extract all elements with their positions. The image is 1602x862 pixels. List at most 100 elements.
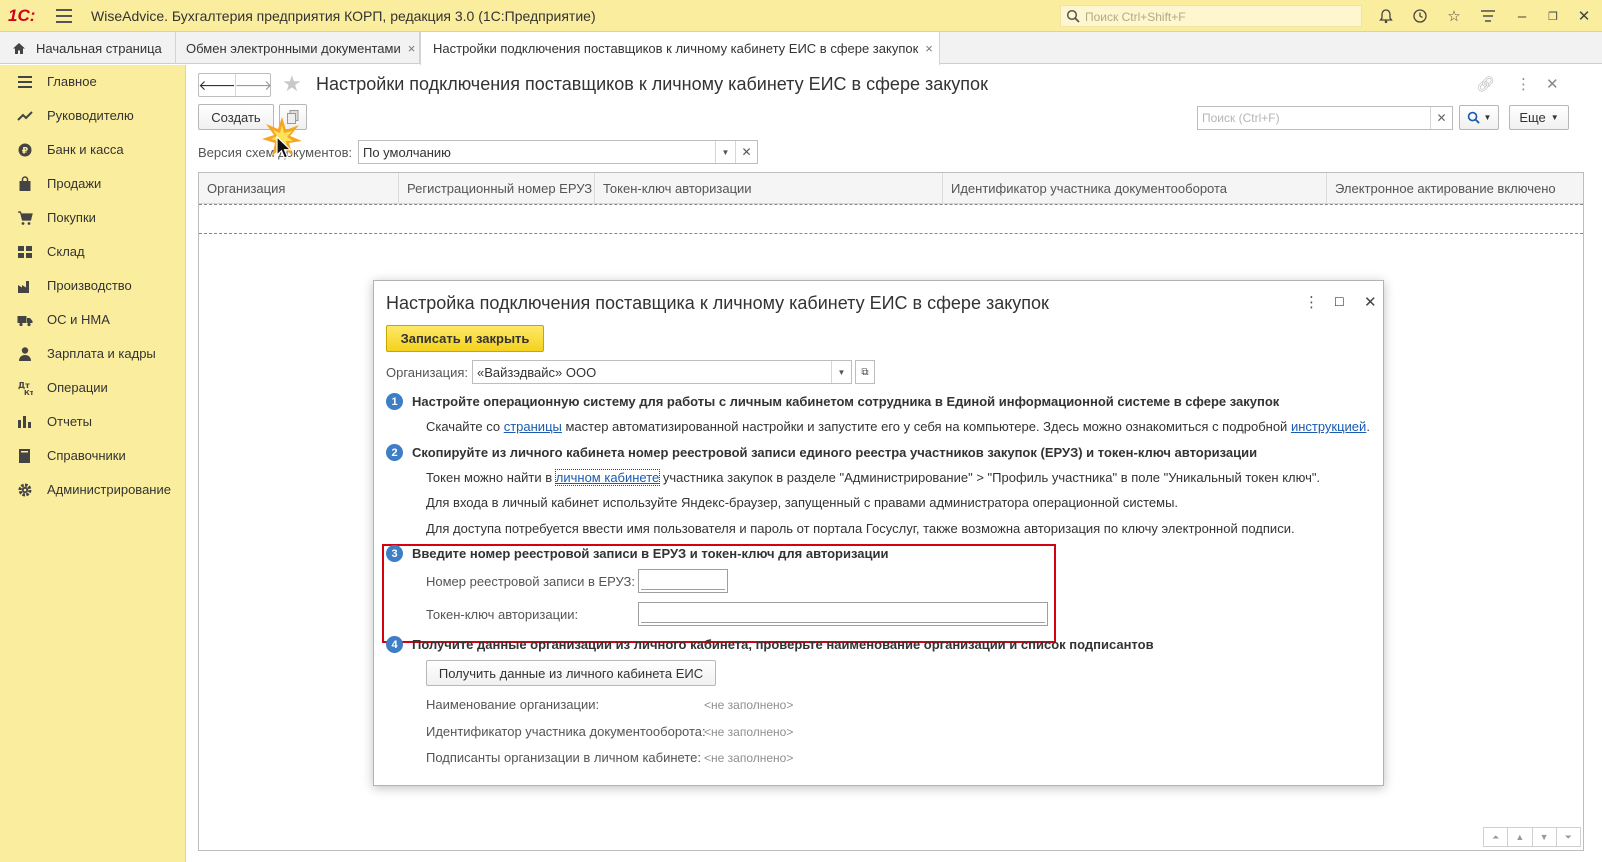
title-bar: 1С: WiseAdvice. Бухгалтерия предприятия … [0, 0, 1602, 32]
more-vertical-icon[interactable]: ⋮ [1516, 75, 1531, 93]
scroll-up-icon[interactable]: ▲ [1508, 828, 1533, 846]
close-form-icon[interactable]: ✕ [1546, 75, 1559, 93]
sidebar-item-label: Администрирование [47, 482, 171, 497]
back-arrow-icon[interactable]: 🡐 [198, 74, 236, 96]
sidebar-item-salary[interactable]: Зарплата и кадры [0, 337, 186, 371]
instruction-link[interactable]: инструкцией [1291, 419, 1366, 434]
chevron-down-icon: ▼ [1550, 113, 1559, 122]
search-options-button[interactable]: ▼ [1459, 105, 1499, 130]
sidebar-item-label: ОС и НМА [47, 312, 110, 327]
1c-logo: 1С: [8, 6, 36, 25]
sidebar-item-label: Покупки [47, 210, 96, 225]
search-icon [1467, 111, 1480, 124]
eruz-number-input[interactable] [638, 569, 728, 593]
step-2-text-part: Токен можно найти в [426, 470, 556, 485]
sidebar-item-sales[interactable]: Продажи [0, 167, 186, 201]
main-menu-icon[interactable] [56, 9, 72, 23]
tab-label: Настройки подключения поставщиков к личн… [433, 41, 919, 56]
history-icon[interactable] [1409, 6, 1431, 26]
dropdown-arrow-icon[interactable]: ▼ [715, 141, 735, 163]
org-name-label: Наименование организации: [426, 697, 600, 712]
page-title: Настройки подключения поставщиков к личн… [316, 74, 988, 94]
column-header[interactable]: Организация [199, 173, 399, 204]
table-row[interactable] [199, 204, 1583, 234]
sidebar-item-purchases[interactable]: Покупки [0, 201, 186, 235]
minimize-icon[interactable]: – [1511, 6, 1533, 26]
tab-bar: Начальная страница Обмен электронными до… [0, 32, 1602, 65]
column-header[interactable]: Идентификатор участника документооборота [943, 173, 1327, 204]
sidebar-item-bank[interactable]: ₽ Банк и касса [0, 133, 186, 167]
sidebar-item-admin[interactable]: Администрирование [0, 473, 186, 507]
organization-select[interactable]: «Вайзэдвайс» ООО ▼ [472, 360, 852, 384]
sidebar-item-production[interactable]: Производство [0, 269, 186, 303]
maximize-icon[interactable]: ☐ [1334, 295, 1345, 309]
column-header[interactable]: Регистрационный номер ЕРУЗ [399, 173, 595, 204]
sidebar-item-warehouse[interactable]: Склад [0, 235, 186, 269]
tab-home[interactable]: Начальная страница [0, 32, 176, 64]
operations-icon: ДтКт [18, 381, 33, 396]
step-1-number: 1 [386, 393, 403, 410]
column-header[interactable]: Электронное актирование включено [1327, 173, 1583, 204]
favorite-star-icon[interactable]: ★ [282, 72, 302, 96]
sidebar-item-main[interactable]: Главное [0, 65, 186, 99]
personal-cabinet-link[interactable]: личном кабинете [554, 469, 661, 486]
dropdown-arrow-icon[interactable]: ▼ [831, 361, 851, 383]
forward-arrow-icon[interactable]: 🡒 [235, 74, 272, 96]
favorites-star-icon[interactable]: ☆ [1443, 6, 1465, 26]
book-icon [19, 449, 30, 463]
gear-icon [18, 483, 32, 497]
step-3-heading: Введите номер реестровой записи в ЕРУЗ и… [412, 546, 889, 561]
step-1-text-part: мастер автоматизированной настройки и за… [561, 419, 1291, 434]
sidebar-item-label: Руководителю [47, 108, 134, 123]
sidebar-item-label: Банк и касса [47, 142, 124, 157]
step-1-text: Скачайте со страницы мастер автоматизиро… [426, 419, 1370, 434]
step-1-text-part: Скачайте со [426, 419, 504, 434]
sidebar-item-assets[interactable]: ОС и НМА [0, 303, 186, 337]
open-organization-icon[interactable]: ⧉ [855, 360, 875, 384]
app-title: WiseAdvice. Бухгалтерия предприятия КОРП… [91, 8, 596, 24]
factory-icon [18, 281, 29, 293]
auth-token-input[interactable] [638, 602, 1048, 626]
schema-version-select[interactable]: По умолчанию ▼ ✕ [358, 140, 758, 164]
sidebar-item-label: Отчеты [47, 414, 92, 429]
step-2-text-2: Для входа в личный кабинет используйте Я… [426, 495, 1179, 510]
list-search-input[interactable]: Поиск (Ctrl+F) ✕ [1197, 106, 1453, 130]
table-header: Организация Регистрационный номер ЕРУЗ Т… [199, 173, 1583, 204]
tab-close-icon[interactable]: × [408, 41, 416, 56]
settings-sliders-icon[interactable] [1477, 6, 1499, 26]
sidebar-item-references[interactable]: Справочники [0, 439, 186, 473]
svg-text:₽: ₽ [22, 147, 28, 157]
step-1-heading: Настройте операционную систему для работ… [412, 394, 1280, 409]
close-icon[interactable]: ✕ [1573, 6, 1595, 26]
restore-icon[interactable]: ❐ [1542, 6, 1564, 26]
cart-icon [18, 211, 33, 225]
sidebar-item-label: Зарплата и кадры [47, 346, 156, 361]
more-button[interactable]: Еще ▼ [1509, 105, 1569, 130]
close-icon[interactable]: ✕ [1364, 293, 1377, 311]
link-icon[interactable]: 🔗︎ [1476, 75, 1495, 93]
step-1-text-part: . [1366, 419, 1370, 434]
sidebar-item-director[interactable]: Руководителю [0, 99, 186, 133]
tab-eis-settings[interactable]: Настройки подключения поставщиков к личн… [420, 32, 940, 65]
global-search-input[interactable]: Поиск Ctrl+Shift+F [1060, 5, 1362, 27]
sidebar-item-label: Операции [47, 380, 108, 395]
sidebar-item-reports[interactable]: Отчеты [0, 405, 186, 439]
sidebar-item-label: Производство [47, 278, 132, 293]
scroll-bottom-icon[interactable]: ⏷ [1557, 828, 1580, 846]
tab-edo[interactable]: Обмен электронными документами × [176, 32, 420, 64]
column-header[interactable]: Токен-ключ авторизации [595, 173, 943, 204]
fetch-eis-data-button[interactable]: Получить данные из личного кабинета ЕИС [426, 660, 716, 686]
step-2-heading: Скопируйте из личного кабинета номер рее… [412, 445, 1258, 460]
more-vertical-icon[interactable]: ⋮ [1304, 293, 1319, 311]
clear-icon[interactable]: ✕ [735, 141, 757, 163]
sidebar-item-operations[interactable]: Дт Кт Операции [0, 371, 186, 405]
clear-search-icon[interactable]: ✕ [1430, 107, 1452, 129]
scroll-down-icon[interactable]: ▼ [1533, 828, 1557, 846]
scroll-top-icon[interactable]: ⏶ [1484, 828, 1509, 846]
home-icon [13, 42, 25, 54]
bell-icon[interactable] [1375, 6, 1397, 26]
save-and-close-button[interactable]: Записать и закрыть [386, 325, 544, 352]
tab-close-icon[interactable]: × [925, 41, 933, 56]
page-link[interactable]: страницы [504, 419, 562, 434]
nav-buttons: 🡐 🡒 [198, 73, 272, 97]
